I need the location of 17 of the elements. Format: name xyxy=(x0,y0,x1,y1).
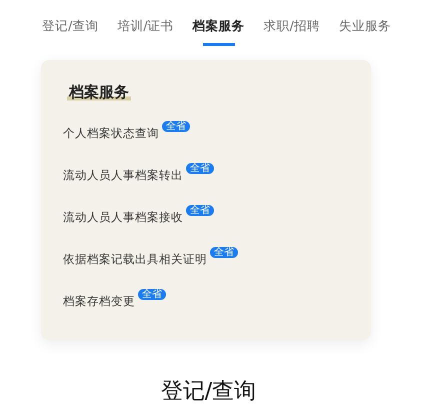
service-link[interactable]: 档案存档变更 xyxy=(63,294,135,309)
section-heading: 登记/查询 xyxy=(160,378,256,406)
scope-badge: 全省 xyxy=(162,121,190,132)
panel-title: 档案服务 xyxy=(67,83,131,102)
scope-badge: 全省 xyxy=(138,289,166,300)
scope-badge: 全省 xyxy=(210,247,238,258)
nav-tab[interactable]: 档案服务 xyxy=(192,17,245,46)
nav-tab[interactable]: 失业服务 xyxy=(338,17,391,46)
service-link[interactable]: 流动人员人事档案接收 xyxy=(63,210,183,225)
service-link[interactable]: 流动人员人事档案转出 xyxy=(63,168,183,183)
service-link[interactable]: 依据档案记载出具相关证明 xyxy=(63,252,207,267)
nav-tab[interactable]: 登记/查询 xyxy=(42,17,98,46)
nav-tab[interactable]: 培训/证书 xyxy=(117,17,174,46)
scope-badge: 全省 xyxy=(186,205,214,216)
scope-badge: 全省 xyxy=(186,163,214,174)
service-link[interactable]: 个人档案状态查询 xyxy=(63,126,159,141)
nav-tab[interactable]: 求职/招聘 xyxy=(264,17,320,46)
